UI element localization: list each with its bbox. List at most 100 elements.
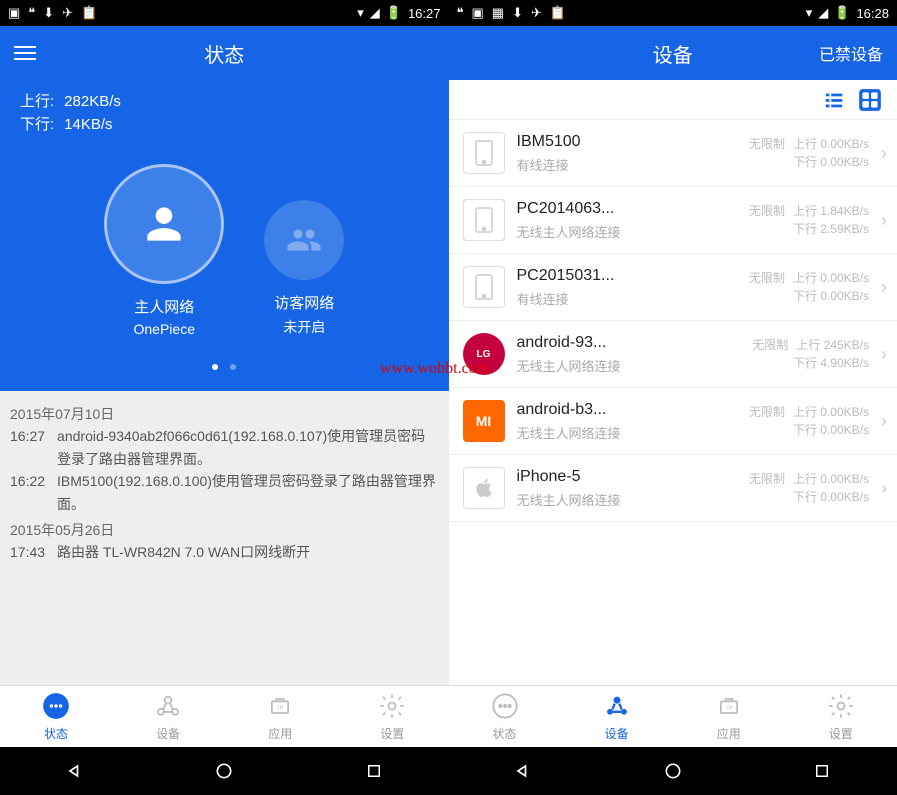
grid-view-icon[interactable] bbox=[857, 87, 883, 113]
page-indicator[interactable] bbox=[20, 357, 429, 375]
tab-settings[interactable]: 设置 bbox=[785, 686, 897, 747]
status-icon bbox=[42, 692, 70, 720]
device-list[interactable]: IBM5100 有线连接 无限制上行 0.00KB/s 下行 0.00KB/s … bbox=[449, 120, 897, 685]
home-button[interactable] bbox=[659, 757, 687, 785]
phone-icon bbox=[463, 266, 505, 308]
android-navbar bbox=[449, 747, 897, 795]
clock: 16:28 bbox=[856, 6, 889, 21]
status-icon bbox=[491, 692, 519, 720]
header-title: 设备 bbox=[653, 39, 693, 68]
wifi-icon: ▾ bbox=[806, 5, 813, 21]
android-statusbar: ❝ ▣ ▦ ⬇ ✈ 📋 ▾ ◢ 🔋 16:28 bbox=[449, 0, 897, 26]
send-icon: ✈ bbox=[531, 5, 542, 21]
status-panel: 上行: 282KB/s 下行: 14KB/s 主人网络 OnePiece 访客网… bbox=[0, 80, 449, 391]
tab-devices[interactable]: 设备 bbox=[112, 686, 224, 747]
device-row[interactable]: LG android-93... 无线主人网络连接 无限制上行 245KB/s … bbox=[449, 321, 897, 388]
download-icon: ⬇ bbox=[512, 5, 523, 21]
device-name: PC2014063... bbox=[517, 200, 737, 218]
upload-speed: 上行: 282KB/s bbox=[20, 90, 429, 111]
device-row[interactable]: iPhone-5 无线主人网络连接 无限制上行 0.00KB/s 下行 0.00… bbox=[449, 455, 897, 522]
menu-button[interactable] bbox=[14, 46, 36, 60]
connection-type: 有线连接 bbox=[517, 155, 737, 174]
apps-icon: TP bbox=[266, 692, 294, 720]
home-button[interactable] bbox=[210, 757, 238, 785]
download-speed: 下行: 14KB/s bbox=[20, 113, 429, 134]
device-name: PC2015031... bbox=[517, 267, 737, 285]
chevron-right-icon: › bbox=[881, 143, 887, 164]
signal-icon: ◢ bbox=[818, 5, 828, 21]
xiaomi-logo-icon: MI bbox=[463, 400, 505, 442]
person-icon bbox=[139, 199, 189, 249]
lg-logo-icon: LG bbox=[463, 333, 505, 375]
notif-icon: ▣ bbox=[8, 5, 20, 21]
android-navbar bbox=[0, 747, 449, 795]
device-name: android-b3... bbox=[517, 401, 737, 419]
tab-settings[interactable]: 设置 bbox=[336, 686, 448, 747]
blocked-devices-button[interactable]: 已禁设备 bbox=[819, 41, 883, 65]
tab-status[interactable]: 状态 bbox=[449, 686, 561, 747]
svg-text:TP: TP bbox=[277, 706, 285, 712]
gear-icon bbox=[378, 692, 406, 720]
connection-type: 无线主人网络连接 bbox=[517, 490, 737, 509]
devices-icon bbox=[154, 692, 182, 720]
notif-icon: ▦ bbox=[492, 5, 504, 21]
clipboard-icon: 📋 bbox=[81, 5, 97, 21]
connection-type: 无线主人网络连接 bbox=[517, 222, 737, 241]
log-entry: 17:43 路由器 TL-WR842N 7.0 WAN口网线断开 bbox=[10, 541, 439, 563]
device-row[interactable]: MI android-b3... 无线主人网络连接 无限制上行 0.00KB/s… bbox=[449, 388, 897, 455]
log-entry: 16:27 android-9340ab2f066c0d61(192.168.0… bbox=[10, 425, 439, 470]
hangouts-icon: ❝ bbox=[457, 5, 464, 21]
log-entry: 16:22 IBM5100(192.168.0.100)使用管理员密码登录了路由… bbox=[10, 470, 439, 515]
tab-devices[interactable]: 设备 bbox=[561, 686, 673, 747]
phone-icon bbox=[463, 132, 505, 174]
battery-icon: 🔋 bbox=[386, 5, 402, 21]
apple-logo-icon bbox=[463, 467, 505, 509]
chevron-right-icon: › bbox=[881, 210, 887, 231]
phone-screen-status: ▣ ❝ ⬇ ✈ 📋 ▾ ◢ 🔋 16:27 状态 上行: 282KB/s 下行:… bbox=[0, 0, 449, 795]
guest-network-button[interactable]: 访客网络 未开启 bbox=[264, 200, 344, 337]
bottom-tabbar: 状态 设备 TP 应用 设置 bbox=[0, 685, 449, 747]
device-row[interactable]: PC2014063... 无线主人网络连接 无限制上行 1.84KB/s 下行 … bbox=[449, 187, 897, 254]
device-name: android-93... bbox=[517, 334, 741, 352]
phone-screen-devices: ❝ ▣ ▦ ⬇ ✈ 📋 ▾ ◢ 🔋 16:28 设备 已禁设备 IBM5100 … bbox=[449, 0, 897, 795]
main-network-button[interactable]: 主人网络 OnePiece bbox=[104, 164, 224, 337]
connection-type: 无线主人网络连接 bbox=[517, 423, 737, 442]
log-date: 2015年07月10日 bbox=[10, 403, 439, 425]
back-button[interactable] bbox=[509, 757, 537, 785]
connection-type: 有线连接 bbox=[517, 289, 737, 308]
tab-status[interactable]: 状态 bbox=[0, 686, 112, 747]
recent-button[interactable] bbox=[360, 757, 388, 785]
chevron-right-icon: › bbox=[881, 478, 887, 499]
clipboard-icon: 📋 bbox=[550, 5, 566, 21]
event-log[interactable]: 2015年07月10日 16:27 android-9340ab2f066c0d… bbox=[0, 391, 449, 685]
clock: 16:27 bbox=[408, 6, 441, 21]
apps-icon: TP bbox=[715, 692, 743, 720]
tab-apps[interactable]: TP 应用 bbox=[224, 686, 336, 747]
image-icon: ▣ bbox=[472, 5, 484, 21]
view-toolbar bbox=[449, 80, 897, 120]
back-button[interactable] bbox=[61, 757, 89, 785]
phone-icon bbox=[463, 199, 505, 241]
signal-icon: ◢ bbox=[370, 5, 380, 21]
device-row[interactable]: PC2015031... 有线连接 无限制上行 0.00KB/s 下行 0.00… bbox=[449, 254, 897, 321]
group-icon bbox=[286, 222, 322, 258]
device-row[interactable]: IBM5100 有线连接 无限制上行 0.00KB/s 下行 0.00KB/s … bbox=[449, 120, 897, 187]
send-icon: ✈ bbox=[62, 5, 73, 21]
recent-button[interactable] bbox=[808, 757, 836, 785]
header-title: 状态 bbox=[204, 39, 244, 68]
chevron-right-icon: › bbox=[881, 277, 887, 298]
wifi-icon: ▾ bbox=[357, 5, 364, 21]
gear-icon bbox=[827, 692, 855, 720]
battery-icon: 🔋 bbox=[834, 5, 850, 21]
device-name: iPhone-5 bbox=[517, 468, 737, 486]
log-date: 2015年05月26日 bbox=[10, 519, 439, 541]
devices-icon bbox=[603, 692, 631, 720]
bottom-tabbar: 状态 设备 TP 应用 设置 bbox=[449, 685, 897, 747]
download-icon: ⬇ bbox=[43, 5, 54, 21]
svg-text:TP: TP bbox=[725, 706, 733, 712]
app-header: 设备 已禁设备 bbox=[449, 26, 897, 80]
list-view-icon[interactable] bbox=[823, 89, 845, 111]
chevron-right-icon: › bbox=[881, 411, 887, 432]
android-statusbar: ▣ ❝ ⬇ ✈ 📋 ▾ ◢ 🔋 16:27 bbox=[0, 0, 449, 26]
tab-apps[interactable]: TP 应用 bbox=[673, 686, 785, 747]
